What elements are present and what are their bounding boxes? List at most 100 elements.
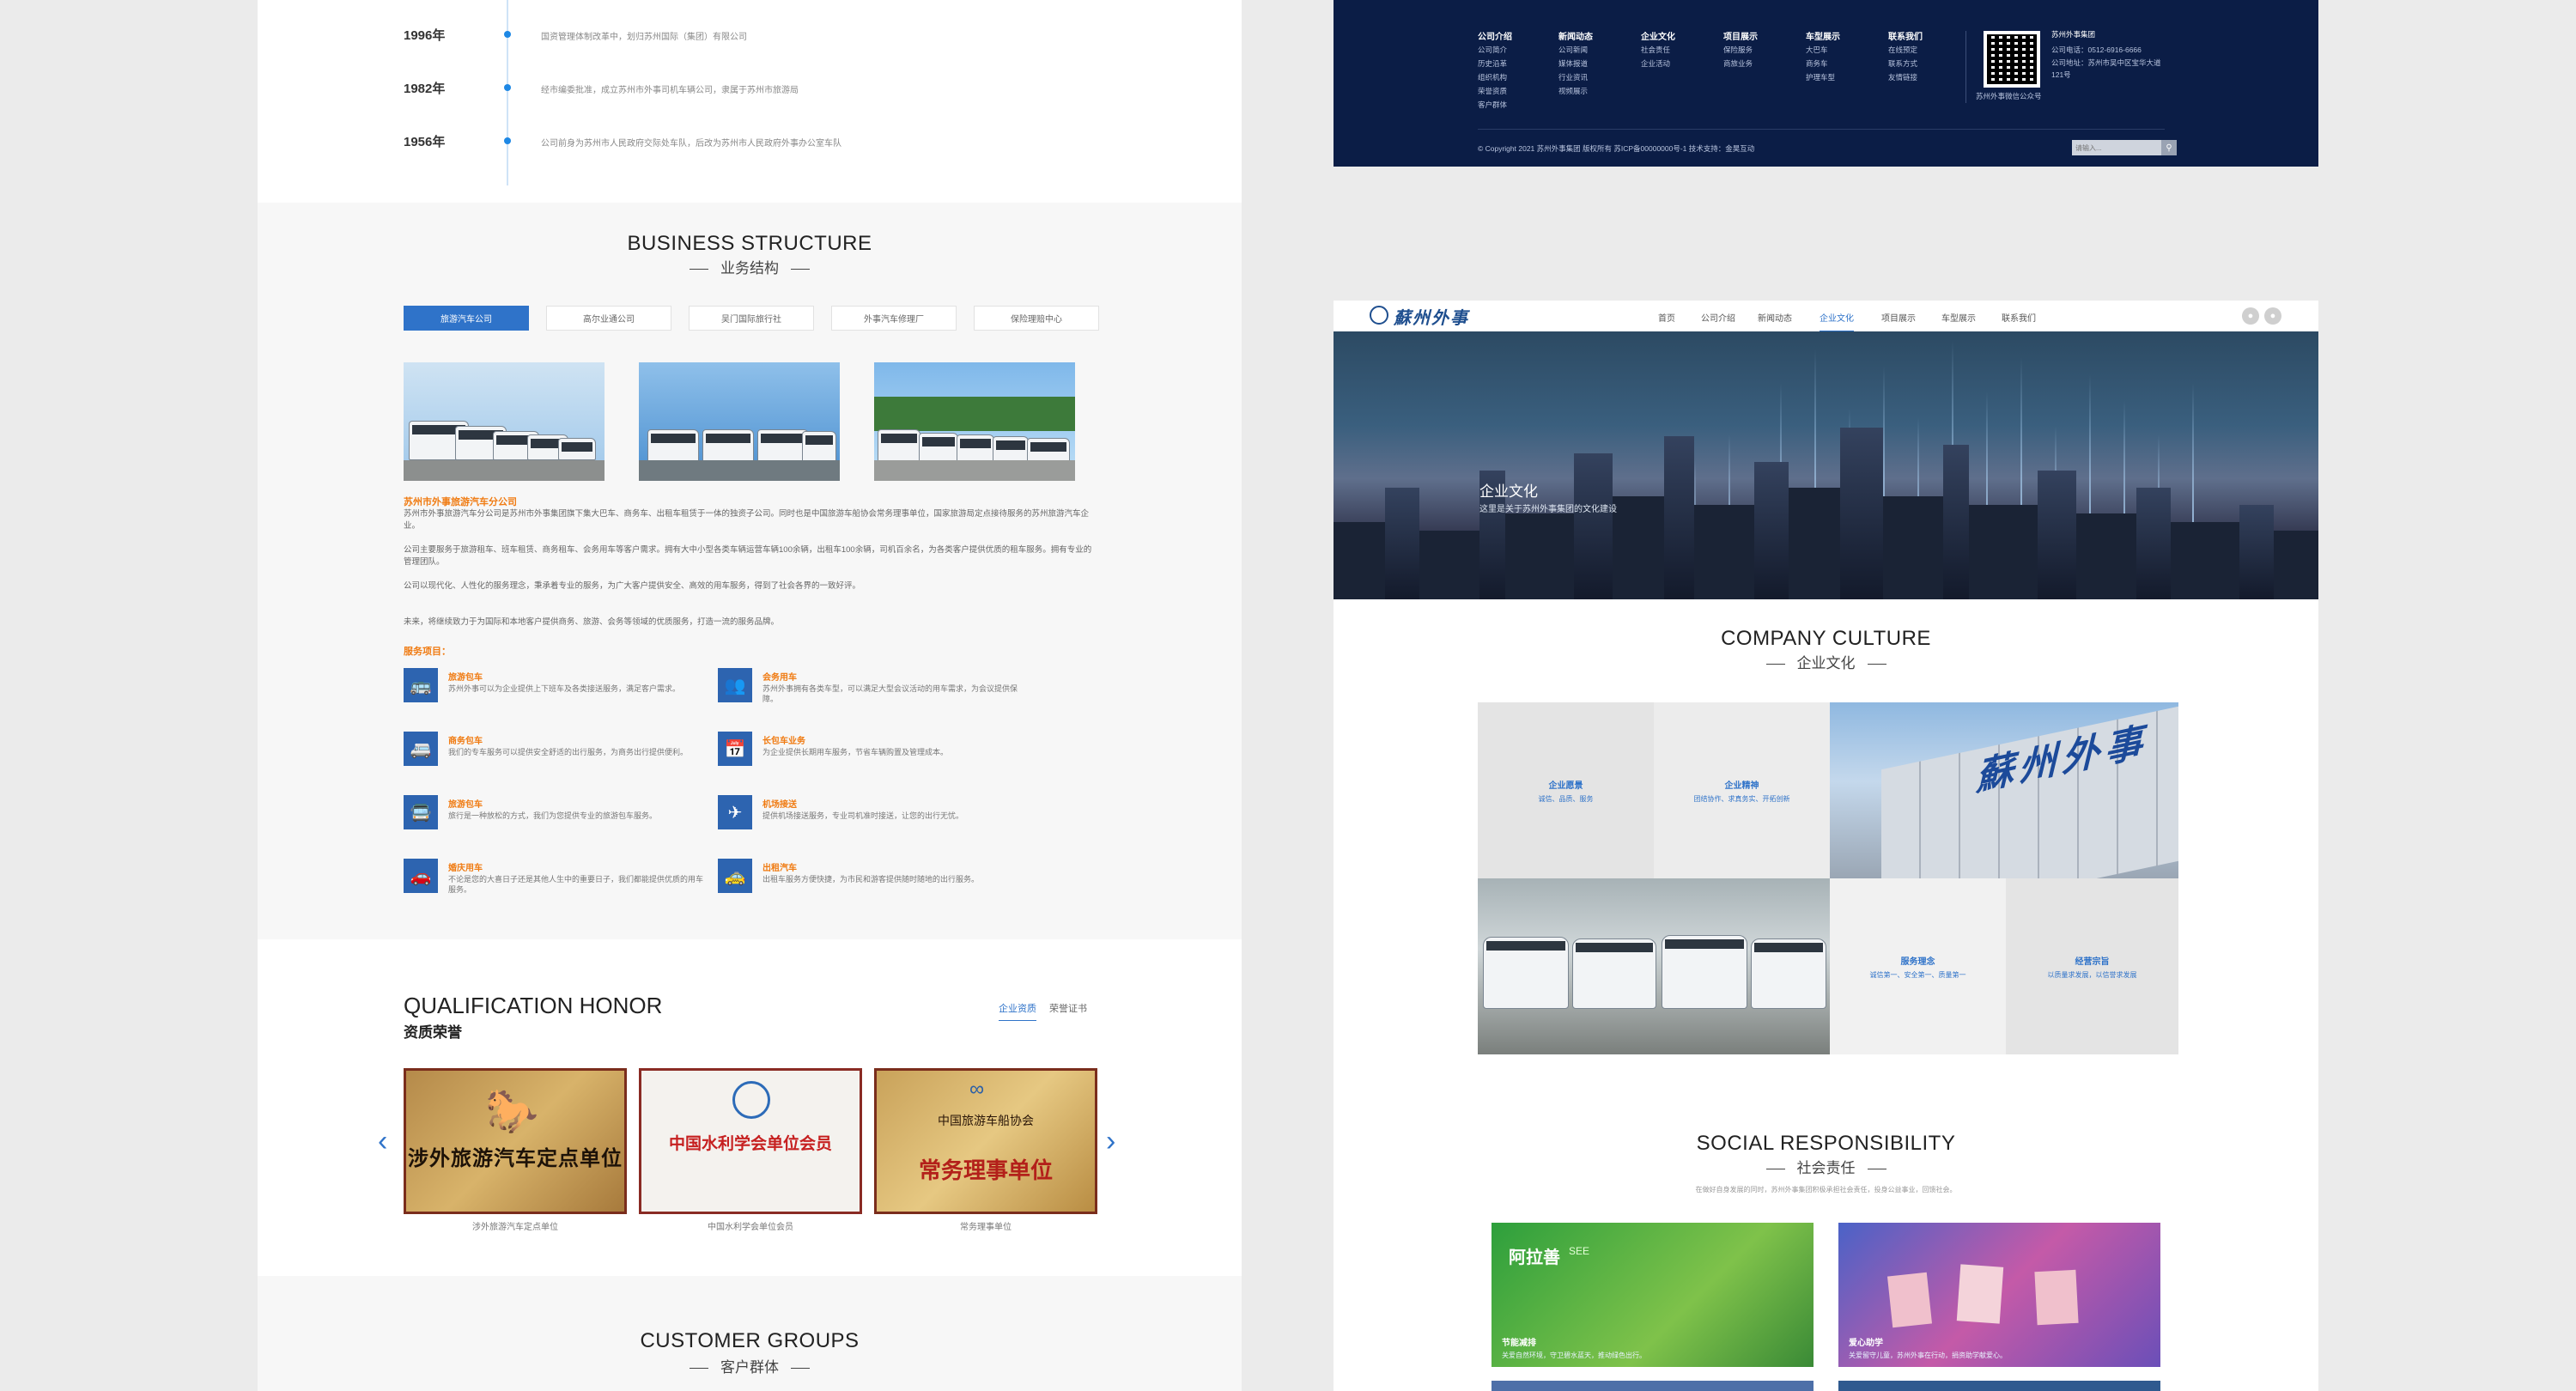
nav-models[interactable]: 车型展示 bbox=[1941, 311, 1976, 331]
hero-title: 企业文化 bbox=[1479, 483, 1538, 500]
footer-screenshot: 公司介绍 公司简介 历史沿革 组织机构 荣誉资质 客户群体 新闻动态 公司新闻 … bbox=[1334, 0, 2318, 167]
section-title-cn: 客户群体 bbox=[258, 1355, 1242, 1376]
company-phone: 公司电话：0512-6916-6666 bbox=[2051, 46, 2142, 54]
section-title-en: BUSINESS STRUCTURE bbox=[627, 232, 872, 255]
timeline-line bbox=[507, 0, 508, 185]
service-text: 我们的专车服务可以提供安全舒适的出行服务，为商务出行提供便利。 bbox=[448, 748, 689, 756]
tab-enterprise-qualification[interactable]: 企业资质 bbox=[999, 1001, 1036, 1021]
tab-travel-agency[interactable]: 吴门国际旅行社 bbox=[689, 306, 814, 331]
emblem-icon bbox=[732, 1081, 770, 1119]
footer-link[interactable]: 社会责任 bbox=[1641, 45, 1670, 55]
company-name: 苏州外事集团 bbox=[2051, 30, 2096, 39]
logo-icon: ∞ bbox=[969, 1078, 985, 1101]
service-text: 出租车服务方便快捷，为市民和游客提供随时随地的出行服务。 bbox=[762, 875, 980, 884]
calendar-icon: 📅 bbox=[718, 732, 752, 766]
tab-honor-certificate[interactable]: 荣誉证书 bbox=[1049, 1001, 1087, 1020]
qualification-title-cn: 资质荣誉 bbox=[404, 1024, 462, 1041]
footer-link[interactable]: 历史沿革 bbox=[1478, 58, 1507, 69]
footer-link[interactable]: 客户群体 bbox=[1478, 100, 1507, 110]
footer-link[interactable]: 商旅业务 bbox=[1723, 58, 1753, 69]
footer-link[interactable]: 行业资讯 bbox=[1558, 72, 1588, 82]
plaque-org: 中国旅游车船协会 bbox=[938, 1114, 1034, 1127]
honor-plaque: ∞ 中国旅游车船协会 常务理事单位 bbox=[874, 1068, 1097, 1214]
social-tile-text: 关爱自然环境，守卫碧水蓝天，推动绿色出行。 bbox=[1502, 1352, 1646, 1359]
footer-link[interactable]: 联系方式 bbox=[1888, 58, 1917, 69]
tab-insurance[interactable]: 保险理赔中心 bbox=[974, 306, 1099, 331]
social-tile-energy[interactable]: 阿拉善 SEE 节能减排 关爱自然环境，守卫碧水蓝天，推动绿色出行。 bbox=[1492, 1223, 1814, 1367]
tab-repair-factory[interactable]: 外事汽车修理厂 bbox=[831, 306, 957, 331]
timeline-dot bbox=[504, 137, 511, 144]
plaque-caption: 中国水利学会单位会员 bbox=[708, 1223, 793, 1232]
social-tile-caption: 节能减排 bbox=[1502, 1339, 1536, 1348]
footer-link[interactable]: 媒体报道 bbox=[1558, 58, 1588, 69]
weibo-icon[interactable]: ● bbox=[2264, 307, 2281, 325]
section-title-en: COMPANY CULTURE bbox=[1721, 627, 1931, 650]
company-name: 苏州市外事旅游汽车分公司 bbox=[404, 497, 517, 507]
service-title: 商务包车 bbox=[448, 737, 483, 746]
section-title-en: SOCIAL RESPONSIBILITY bbox=[1696, 1132, 1956, 1155]
qr-caption: 苏州外事微信公众号 bbox=[1976, 92, 2042, 100]
shuttle-icon: 🚐 bbox=[404, 732, 438, 766]
chevron-left-icon[interactable]: ‹ bbox=[378, 1125, 387, 1158]
search-icon[interactable]: ⚲ bbox=[2161, 140, 2177, 155]
plaque-caption: 常务理事单位 bbox=[960, 1223, 1012, 1232]
chevron-right-icon[interactable]: › bbox=[1106, 1125, 1115, 1158]
footer-link[interactable]: 公司新闻 bbox=[1558, 45, 1588, 55]
wechat-icon[interactable]: ● bbox=[2242, 307, 2259, 325]
culture-cell-title: 经营宗旨 bbox=[2075, 957, 2110, 967]
nav-culture[interactable]: 企业文化 bbox=[1820, 311, 1854, 332]
customer-section: CUSTOMER GROUPS 客户群体 bbox=[258, 1276, 1242, 1391]
service-title: 会务用车 bbox=[762, 673, 797, 683]
logo-icon[interactable] bbox=[1370, 306, 1388, 325]
site-logo[interactable]: 蘇州外事 bbox=[1394, 304, 1469, 329]
tab-tourism-bus[interactable]: 旅游汽车公司 bbox=[404, 306, 529, 331]
culture-cell-title: 服务理念 bbox=[1900, 957, 1935, 967]
tab-gaoer[interactable]: 高尔业通公司 bbox=[546, 306, 671, 331]
footer-link[interactable]: 大巴车 bbox=[1806, 45, 1828, 55]
social-tile-charity[interactable]: 爱心助学 关爱留守儿童，苏州外事在行动，捐资助学献爱心。 bbox=[1838, 1223, 2160, 1367]
bus-icon: 🚌 bbox=[404, 668, 438, 702]
nav-home[interactable]: 首页 bbox=[1658, 311, 1675, 331]
group-icon: 👥 bbox=[718, 668, 752, 702]
footer-column-title[interactable]: 联系我们 bbox=[1888, 29, 1923, 42]
divider bbox=[1965, 31, 1966, 103]
footer-link[interactable]: 组织机构 bbox=[1478, 72, 1507, 82]
timeline-dot bbox=[504, 84, 511, 91]
footer-link[interactable]: 公司简介 bbox=[1478, 45, 1507, 55]
nav-news[interactable]: 新闻动态 bbox=[1758, 311, 1792, 331]
search-input[interactable] bbox=[2072, 140, 2161, 155]
footer-column-title[interactable]: 项目展示 bbox=[1723, 29, 1758, 42]
copyright-text: © Copyright 2021 苏州外事集团 版权所有 苏ICP备000000… bbox=[1478, 144, 1755, 153]
plaque-text: 中国水利学会单位会员 bbox=[668, 1135, 832, 1153]
company-paragraph: 苏州市外事旅游汽车分公司是苏州市外事集团旗下集大巴车、商务车、出租车租赁于一体的… bbox=[404, 509, 1090, 531]
social-intro: 在做好自身发展的同时，苏州外事集团积极承担社会责任，投身公益事业，回馈社会。 bbox=[1695, 1186, 1957, 1194]
footer-link[interactable]: 商务车 bbox=[1806, 58, 1828, 69]
timeline-text: 经市编委批准，成立苏州市外事司机车辆公司，隶属于苏州市旅游局 bbox=[541, 86, 799, 95]
footer-column-title[interactable]: 公司介绍 bbox=[1478, 29, 1512, 42]
section-title-cn: 社会责任 bbox=[1334, 1156, 2318, 1177]
culture-cell-text: 诚信、品质、服务 bbox=[1538, 794, 1594, 803]
company-paragraph: 公司主要服务于旅游租车、班车租赁、商务租车、会务用车等客户需求。拥有大中小型各类… bbox=[404, 545, 1092, 567]
divider bbox=[1478, 129, 2165, 130]
company-address: 公司地址：苏州市吴中区宝华大道121号 bbox=[2051, 58, 2161, 79]
footer-column-title[interactable]: 车型展示 bbox=[1806, 29, 1840, 42]
culture-cell-title: 企业愿景 bbox=[1548, 781, 1583, 791]
honor-plaque: 🐎 涉外旅游汽车定点单位 bbox=[404, 1068, 627, 1214]
service-text: 提供机场接送服务，专业司机准时接送，让您的出行无忧。 bbox=[762, 811, 964, 820]
footer-link[interactable]: 企业活动 bbox=[1641, 58, 1670, 69]
timeline-text: 公司前身为苏州市人民政府交际处车队，后改为苏州市人民政府外事办公室车队 bbox=[541, 139, 841, 149]
footer-link[interactable]: 在线预定 bbox=[1888, 45, 1917, 55]
footer-column-title[interactable]: 新闻动态 bbox=[1558, 29, 1593, 42]
footer-link[interactable]: 视频展示 bbox=[1558, 86, 1588, 96]
footer-link[interactable]: 保险服务 bbox=[1723, 45, 1753, 55]
footer-link[interactable]: 护理车型 bbox=[1806, 72, 1835, 82]
bus-fleet-photo bbox=[1478, 878, 1830, 1054]
business-structure-section: BUSINESS STRUCTURE 业务结构 旅游汽车公司 高尔业通公司 吴门… bbox=[258, 203, 1242, 939]
section-title-cn: 企业文化 bbox=[1334, 651, 2318, 672]
footer-link[interactable]: 荣誉资质 bbox=[1478, 86, 1507, 96]
footer-column-title[interactable]: 企业文化 bbox=[1641, 29, 1675, 42]
nav-projects[interactable]: 项目展示 bbox=[1881, 311, 1916, 331]
nav-contact[interactable]: 联系我们 bbox=[2002, 311, 2036, 331]
footer-link[interactable]: 友情链接 bbox=[1888, 72, 1917, 82]
nav-about[interactable]: 公司介绍 bbox=[1701, 311, 1735, 331]
